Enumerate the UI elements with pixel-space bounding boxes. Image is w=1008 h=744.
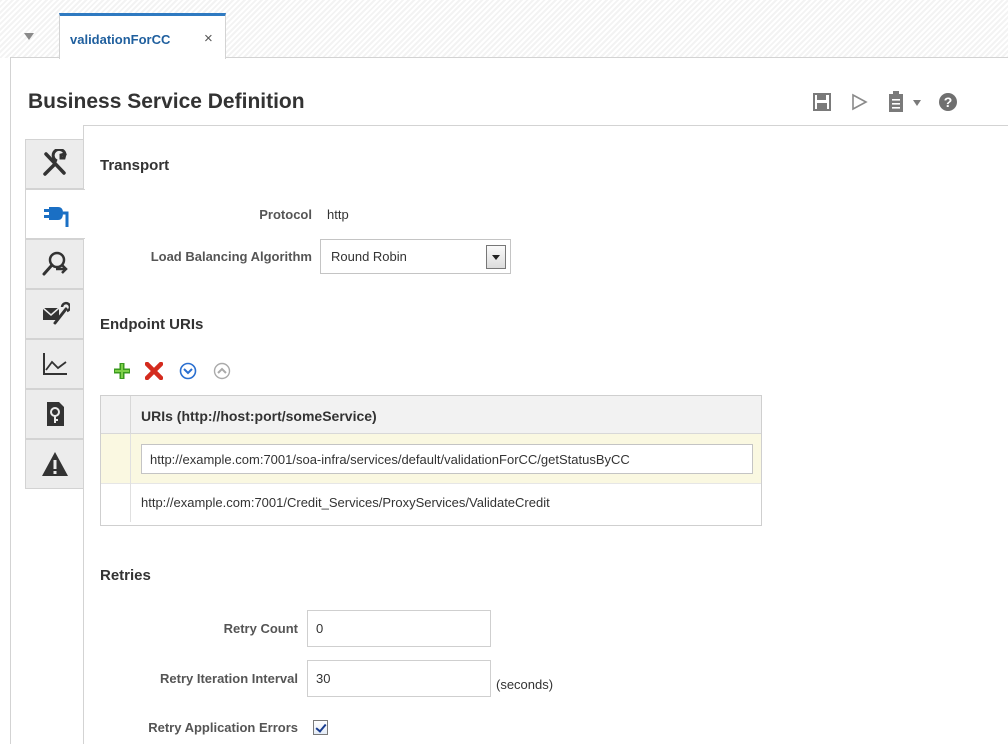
protocol-value: http [327, 207, 349, 222]
sidenav-item-general[interactable] [25, 139, 84, 189]
delete-icon[interactable] [145, 362, 163, 380]
retry-count-label: Retry Count [223, 621, 298, 636]
save-icon[interactable] [812, 92, 832, 112]
row-header-cell[interactable] [101, 484, 131, 522]
page-title: Business Service Definition [28, 90, 305, 113]
retry-count-field[interactable]: 0 [307, 610, 491, 647]
load-balancing-value: Round Robin [331, 249, 407, 264]
move-down-icon[interactable] [179, 362, 197, 380]
security-key-icon [47, 402, 64, 426]
svg-text:?: ? [944, 94, 953, 110]
help-icon[interactable]: ? [938, 92, 958, 112]
section-heading-retries: Retries [100, 567, 151, 584]
tab-label[interactable]: validationForCC [70, 32, 170, 47]
section-heading-endpoints: Endpoint URIs [100, 316, 204, 333]
chevron-down-icon[interactable] [486, 245, 506, 269]
table-row[interactable]: http://example.com:7001/Credit_Services/… [101, 484, 761, 522]
transport-plug-icon [43, 207, 68, 227]
sidenav-item-message-handling[interactable] [25, 289, 84, 339]
load-balancing-select[interactable]: Round Robin [320, 239, 511, 274]
divider [10, 57, 60, 58]
load-balancing-label: Load Balancing Algorithm [150, 249, 312, 264]
uri-column-header: URIs (http://host:port/someService) [141, 408, 377, 424]
row-header-cell [101, 396, 131, 434]
add-icon[interactable] [113, 362, 131, 380]
move-up-icon[interactable] [213, 362, 231, 380]
sidenav-item-performance[interactable] [25, 339, 84, 389]
performance-chart-icon [43, 353, 67, 375]
tab-validationforcc[interactable]: validationForCC × [59, 13, 226, 59]
retry-interval-field[interactable]: 30 [307, 660, 491, 697]
tab-bar: validationForCC × [0, 0, 1008, 59]
warning-icon [42, 452, 68, 476]
tools-icon [43, 149, 67, 176]
protocol-label: Protocol [259, 207, 312, 222]
section-heading-transport: Transport [100, 157, 170, 174]
divider [10, 58, 11, 744]
row-header-cell[interactable] [101, 434, 131, 484]
sidenav-item-security[interactable] [25, 389, 84, 439]
tab-overflow-arrow-icon[interactable] [24, 33, 34, 40]
run-icon[interactable] [850, 93, 868, 111]
retry-interval-unit: (seconds) [496, 677, 554, 692]
message-handling-icon [42, 301, 70, 325]
search-user-icon [42, 251, 68, 276]
uri-table: URIs (http://host:port/someService) http… [100, 395, 762, 526]
uri-value[interactable]: http://example.com:7001/Credit_Services/… [141, 495, 550, 510]
clipboard-icon[interactable] [886, 90, 906, 113]
retry-app-errors-label: Retry Application Errors [148, 720, 298, 735]
uri-input[interactable]: http://example.com:7001/soa-infra/servic… [141, 444, 753, 474]
table-row[interactable]: http://example.com:7001/soa-infra/servic… [101, 434, 761, 484]
sidenav-item-warnings[interactable] [25, 439, 84, 489]
sidenav-item-transport[interactable] [25, 189, 85, 239]
retry-app-errors-checkbox[interactable] [313, 720, 328, 735]
divider [226, 57, 1008, 58]
table-header: URIs (http://host:port/someService) [101, 396, 761, 434]
sidenav-item-discovery[interactable] [25, 239, 84, 289]
dropdown-icon[interactable] [912, 99, 922, 107]
close-icon[interactable]: × [204, 30, 213, 47]
retry-interval-label: Retry Iteration Interval [160, 671, 298, 686]
